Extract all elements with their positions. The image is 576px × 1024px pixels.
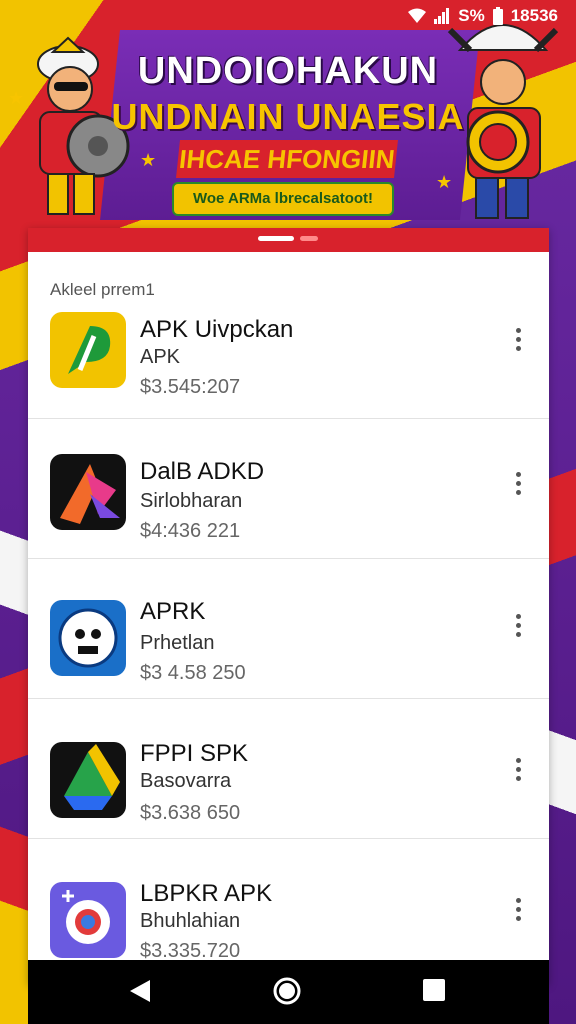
signal-icon [434, 8, 450, 24]
banner-cta[interactable]: Woe ARMa lbrecalsatoot! [172, 182, 394, 216]
status-bar: S% 18536 [408, 6, 558, 26]
app-price: $3.638 650 [140, 802, 241, 824]
app-subtitle: Prhetlan [140, 632, 215, 654]
more-options-icon[interactable] [513, 614, 523, 637]
app-icon [50, 882, 126, 958]
app-subtitle: Sirlobharan [140, 490, 243, 512]
back-icon[interactable] [128, 978, 152, 1004]
app-name: LBPKR APK [140, 880, 273, 907]
more-options-icon[interactable] [513, 328, 523, 351]
app-subtitle: Basovarra [140, 770, 232, 792]
more-options-icon[interactable] [513, 898, 523, 921]
app-icon [50, 742, 126, 818]
sheet-handle[interactable] [258, 236, 318, 241]
recents-icon[interactable] [422, 978, 446, 1002]
home-icon[interactable] [272, 976, 302, 1006]
app-price: $4:436 221 [140, 520, 241, 542]
app-subtitle: Bhuhlahian [140, 910, 241, 932]
list-item[interactable]: APK Uivpckan APK $3.545:207 [28, 278, 549, 419]
battery-icon [492, 7, 503, 25]
app-subtitle: APK [140, 346, 181, 368]
wifi-icon [408, 8, 427, 23]
star-decoration-icon: ★ [140, 150, 157, 170]
app-price: $3 4.58 250 [140, 662, 246, 684]
promo-banner[interactable]: ★ ★ ★ UNDOIOHAKUN UNDNAIN UNAESIA IHCAE … [0, 0, 576, 230]
battery-label: S% [458, 6, 485, 25]
app-name: APK Uivpckan [140, 316, 294, 343]
list-item[interactable]: APRK Prhetlan $3 4.58 250 [28, 558, 549, 699]
app-price: $3.545:207 [140, 376, 241, 398]
app-name: DalB ADKD [140, 458, 265, 485]
app-icon [50, 312, 126, 388]
app-icon [50, 454, 126, 530]
banner-title: UNDOIOHAKUN [137, 50, 439, 92]
system-navigation-bar [28, 960, 549, 1024]
app-icon [50, 600, 126, 676]
list-item[interactable]: FPPI SPK Basovarra $3.638 650 [28, 698, 549, 839]
star-decoration-icon: ★ [436, 172, 453, 192]
more-options-icon[interactable] [513, 472, 523, 495]
banner-tagline: IHCAE HFONGIIN [176, 140, 398, 178]
list-item[interactable]: LBPKR APK Bhuhlahian $3.335.720 [28, 838, 549, 978]
list-item[interactable]: DalB ADKD Sirlobharan $4:436 221 [28, 418, 549, 559]
clock: 18536 [510, 6, 558, 25]
more-options-icon[interactable] [513, 758, 523, 781]
banner-subtitle: UNDNAIN UNAESIA [111, 96, 465, 137]
app-name: FPPI SPK [140, 740, 249, 767]
app-name: APRK [140, 598, 206, 625]
app-list-card: Akleel prrem1 APK Uivpckan APK $3.545:20… [28, 228, 549, 984]
